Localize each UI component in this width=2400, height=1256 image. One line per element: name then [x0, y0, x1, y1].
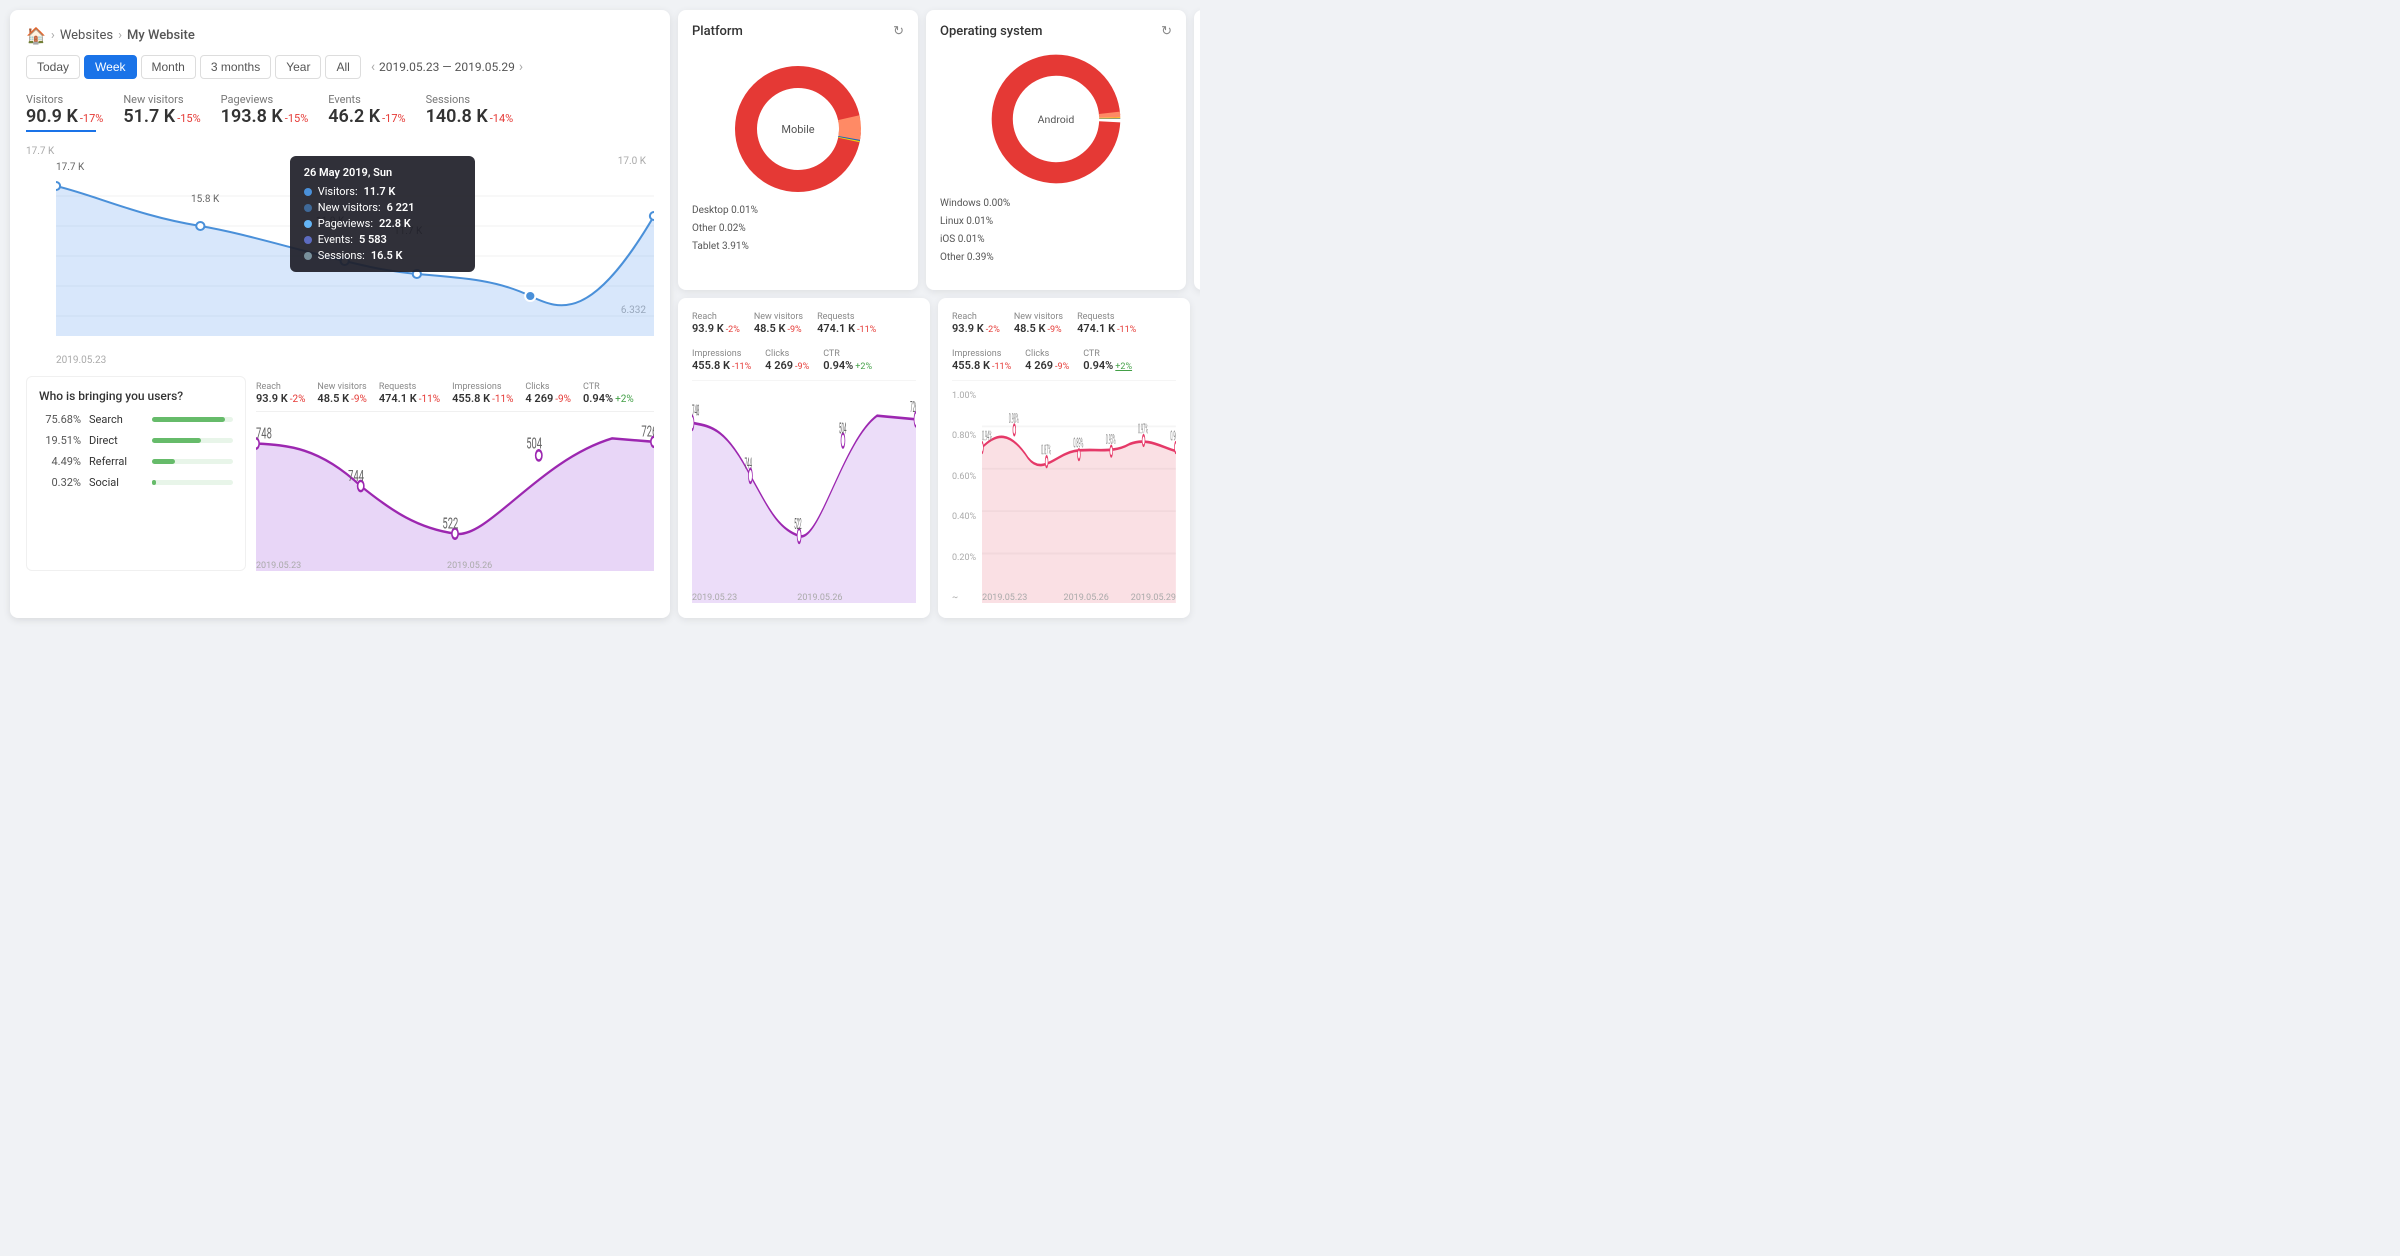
reach-chart: 748 744 522 504 726 — [256, 418, 654, 571]
btn-year[interactable]: Year — [275, 55, 321, 79]
os-legend-windows: Windows 0.00% — [940, 195, 1172, 213]
svg-text:522: 522 — [794, 514, 802, 533]
tooltip-pv-value: 22.8 K — [379, 217, 411, 230]
svg-text:726: 726 — [641, 423, 654, 441]
tooltip-nv-value: 6 221 — [387, 201, 415, 214]
svg-text:744: 744 — [348, 468, 364, 486]
home-icon[interactable]: 🏠 — [26, 26, 46, 45]
metric-value: 51.7 K — [123, 106, 175, 127]
breadcrumb-separator2: › — [118, 28, 122, 43]
who-users-title: Who is bringing you users? — [39, 389, 233, 403]
os-card: Operating system ↻ Android — [926, 10, 1186, 290]
tooltip-ev-label: Events: — [318, 233, 353, 246]
tooltip-date: 26 May 2019, Sun — [304, 166, 461, 179]
metric-change: -15% — [177, 112, 200, 125]
breadcrumb-mywebsite: My Website — [127, 28, 195, 43]
source-row-direct: 19.51% Direct — [39, 434, 233, 447]
reach-chart-card: Reach 93.9 K-2% New visitors 48.5 K-9% R… — [678, 298, 930, 618]
svg-text:0.97%: 0.97% — [1138, 420, 1148, 438]
svg-text:Mobile: Mobile — [781, 123, 814, 136]
reach-big-chart: 748 744 522 504 726 — [692, 391, 916, 603]
tooltip-ev-value: 5 583 — [359, 233, 387, 246]
ctr-chart: 0.94% 0.98% 0.87% 0.89% 0.93% 0.97% 0.96… — [982, 391, 1176, 603]
svg-text:748: 748 — [692, 401, 699, 420]
main-panel: 🏠 › Websites › My Website Today Week Mon… — [10, 10, 670, 618]
svg-text:504: 504 — [526, 435, 542, 453]
platform-legend-desktop: Desktop 0.01% — [692, 202, 904, 220]
os-refresh[interactable]: ↻ — [1161, 24, 1172, 39]
svg-text:0.87%: 0.87% — [1041, 441, 1051, 459]
btn-3months[interactable]: 3 months — [200, 55, 271, 79]
os-legend-ios: iOS 0.01% — [940, 231, 1172, 249]
platform-legend-other: Other 0.02% — [692, 220, 904, 238]
svg-text:0.98%: 0.98% — [1009, 409, 1019, 427]
svg-text:522: 522 — [442, 515, 458, 533]
metric-label: Pageviews — [221, 93, 309, 106]
tooltip-visitors-label: Visitors: — [318, 185, 358, 198]
tooltip-visitors-value: 11.7 K — [364, 185, 396, 198]
date-range: 2019.05.23 — 2019.05.29 — [379, 60, 515, 74]
btn-week[interactable]: Week — [84, 55, 136, 79]
platform-title: Platform — [692, 24, 904, 39]
tooltip-nv-label: New visitors: — [318, 201, 381, 214]
tooltip-sess-value: 16.5 K — [371, 249, 403, 262]
svg-text:748: 748 — [256, 425, 272, 443]
svg-text:0.94%: 0.94% — [982, 427, 992, 445]
main-chart: 17.7 K 17.0 K 6.332 — [26, 146, 654, 366]
svg-text:0.96%: 0.96% — [1170, 427, 1176, 445]
svg-text:0.93%: 0.93% — [1106, 430, 1116, 448]
metric-change: -14% — [490, 112, 513, 125]
metric-new-visitors: New visitors 51.7 K -15% — [123, 93, 200, 132]
metric-visitors: Visitors 90.9 K -17% — [26, 93, 103, 132]
os-legend-other: Other 0.39% — [940, 249, 1172, 267]
btn-month[interactable]: Month — [141, 55, 196, 79]
metric-value: 90.9 K — [26, 106, 78, 127]
btn-today[interactable]: Today — [26, 55, 80, 79]
metric-label: Visitors — [26, 93, 103, 106]
svg-text:504: 504 — [839, 418, 847, 437]
os-donut: Android — [981, 47, 1131, 191]
metric-value: 193.8 K — [221, 106, 283, 127]
tooltip-sess-label: Sessions: — [318, 249, 365, 262]
platform-refresh[interactable]: ↻ — [893, 24, 904, 39]
metric-value: 46.2 K — [328, 106, 380, 127]
metric-sessions: Sessions 140.8 K -14% — [426, 93, 514, 132]
metric-label: Events — [328, 93, 405, 106]
svg-text:Android: Android — [1038, 113, 1075, 126]
metric-change: -17% — [80, 112, 103, 125]
btn-all[interactable]: All — [325, 55, 360, 79]
tooltip-pv-label: Pageviews: — [318, 217, 373, 230]
source-row-referral: 4.49% Referral — [39, 455, 233, 468]
metric-label: New visitors — [123, 93, 200, 106]
source-row-social: 0.32% Social — [39, 476, 233, 489]
source-row-search: 75.68% Search — [39, 413, 233, 426]
metric-value: 140.8 K — [426, 106, 488, 127]
os-title: Operating system — [940, 24, 1172, 39]
metric-pageviews: Pageviews 193.8 K -15% — [221, 93, 309, 132]
platform-donut: Mobile — [728, 59, 868, 199]
breadcrumb-separator: › — [51, 28, 55, 43]
stats-row-bottom: Reach 93.9 K -2% New visitors 48.5 K -9% — [256, 376, 654, 412]
metric-change: -15% — [285, 112, 308, 125]
metric-change: -17% — [382, 112, 405, 125]
svg-text:726: 726 — [910, 397, 916, 416]
next-date-btn[interactable]: › — [519, 59, 523, 75]
who-users-panel: Who is bringing you users? 75.68% Search… — [26, 376, 246, 571]
svg-text:0.89%: 0.89% — [1074, 434, 1084, 452]
breadcrumb: 🏠 › Websites › My Website — [26, 26, 654, 45]
ctr-chart-card: Reach 93.9 K-2% New visitors 48.5 K-9% R… — [938, 298, 1190, 618]
svg-text:744: 744 — [745, 454, 753, 473]
platform-card: Platform ↻ — [678, 10, 918, 290]
metrics-row: Visitors 90.9 K -17% New visitors 51.7 K… — [26, 93, 654, 132]
os-legend-linux: Linux 0.01% — [940, 213, 1172, 231]
prev-date-btn[interactable]: ‹ — [371, 59, 375, 75]
metric-events: Events 46.2 K -17% — [328, 93, 405, 132]
metric-label: Sessions — [426, 93, 514, 106]
tooltip: 26 May 2019, Sun Visitors: 11.7 K New vi… — [290, 156, 475, 272]
browser-card: Browser ↻ — [1194, 10, 1200, 290]
platform-legend-tablet: Tablet 3.91% — [692, 238, 904, 256]
breadcrumb-websites[interactable]: Websites — [60, 28, 113, 43]
date-nav: Today Week Month 3 months Year All ‹ 201… — [26, 55, 654, 79]
